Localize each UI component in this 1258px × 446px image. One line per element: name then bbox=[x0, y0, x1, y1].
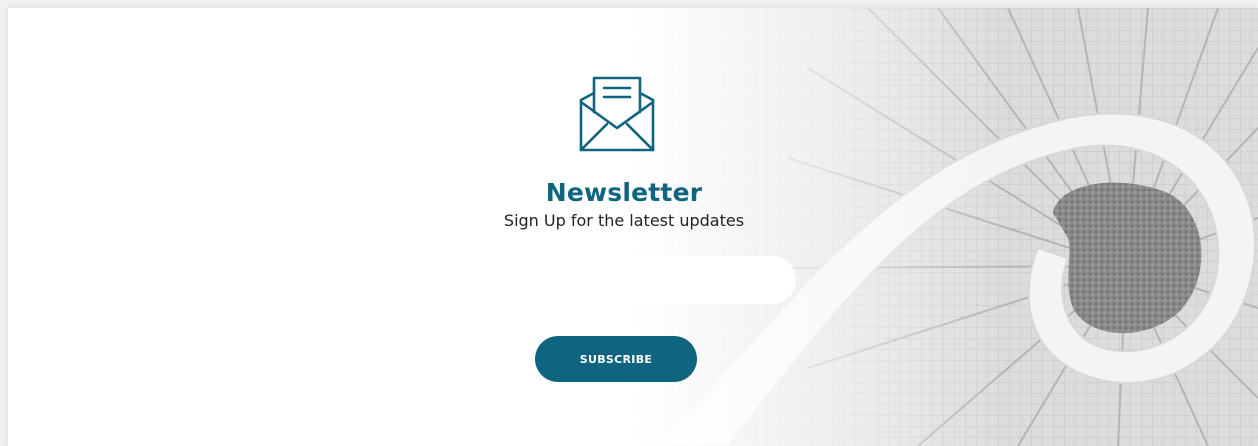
email-input[interactable] bbox=[448, 256, 796, 304]
newsletter-content: Newsletter Sign Up for the latest update… bbox=[8, 8, 1240, 446]
newsletter-title: Newsletter bbox=[545, 178, 703, 207]
envelope-letter-icon bbox=[579, 76, 655, 152]
subscribe-button[interactable]: SUBSCRIBE bbox=[535, 336, 697, 382]
newsletter-subtitle: Sign Up for the latest updates bbox=[503, 211, 745, 230]
newsletter-section: Newsletter Sign Up for the latest update… bbox=[8, 8, 1258, 446]
